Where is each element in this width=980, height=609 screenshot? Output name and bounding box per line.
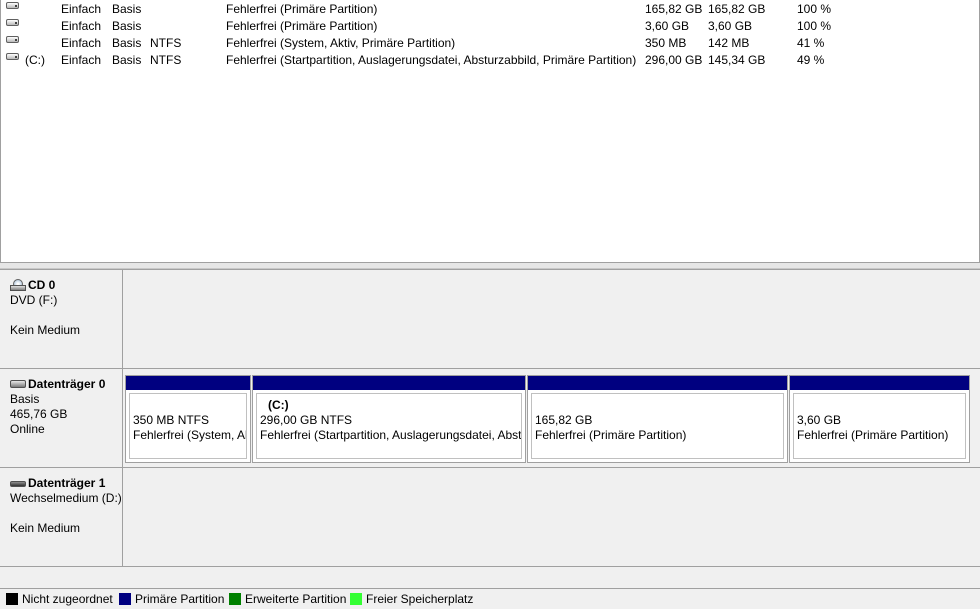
- disk-area-disk1: [124, 468, 980, 566]
- disk-size: 465,76 GB: [10, 407, 68, 421]
- volume-drive-icon: [6, 36, 19, 43]
- volume-free-space: 3,60 GB: [708, 19, 753, 33]
- partition-header-bar: [528, 376, 787, 390]
- volume-layout: Einfach: [61, 2, 102, 16]
- legend-item-free: Freier Speicherplatz: [350, 592, 473, 606]
- disk-row-disk1[interactable]: Datenträger 1 Wechselmedium (D:) Kein Me…: [0, 467, 980, 567]
- legend-label: Primäre Partition: [135, 592, 225, 606]
- partition-name: [797, 398, 965, 413]
- partition-name: [535, 398, 783, 413]
- partition-header-bar: [126, 376, 250, 390]
- volume-type: Basis: [112, 53, 142, 67]
- volume-status: Fehlerfrei (Primäre Partition): [226, 2, 378, 16]
- disk-row-cd0[interactable]: CD 0 DVD (F:) Kein Medium: [0, 269, 980, 368]
- hard-disk-icon: [10, 380, 26, 388]
- legend-label: Erweiterte Partition: [245, 592, 347, 606]
- volume-free-space: 142 MB: [708, 36, 750, 50]
- partition-header-bar: [790, 376, 969, 390]
- partition-status: Fehlerfrei (Primäre Partition): [535, 428, 687, 442]
- legend-item-extended: Erweiterte Partition: [229, 592, 346, 606]
- volume-type: Basis: [112, 36, 142, 50]
- legend-item-primary: Primäre Partition: [119, 592, 224, 606]
- partition-size: 165,82 GB: [535, 413, 593, 427]
- legend-swatch: [229, 593, 241, 605]
- partition-status: Fehlerfrei (Startpartition, Auslagerungs…: [260, 428, 522, 442]
- cd-drive-icon: [10, 279, 26, 291]
- disk-media-status: Kein Medium: [10, 323, 81, 337]
- partition-status: Fehlerfrei (Primäre Partition): [797, 428, 949, 442]
- partition-3gb[interactable]: 3,60 GB Fehlerfrei (Primäre Partition): [789, 375, 970, 463]
- disk-type: Basis: [10, 392, 40, 406]
- volume-type: Basis: [112, 2, 142, 16]
- disk-area-cd0: [124, 270, 980, 368]
- partition-165gb[interactable]: 165,82 GB Fehlerfrei (Primäre Partition): [527, 375, 788, 463]
- disk-media-status: Kein Medium: [10, 521, 81, 535]
- legend-swatch: [350, 593, 362, 605]
- disk-row-disk0[interactable]: Datenträger 0 Basis 465,76 GB Online 350…: [0, 368, 980, 467]
- volume-row[interactable]: Einfach Basis NTFS Fehlerfrei (System, A…: [1, 35, 979, 52]
- partition-name: (C:): [268, 398, 289, 412]
- partition-size: 296,00 GB NTFS: [260, 413, 353, 427]
- volume-status: Fehlerfrei (System, Aktiv, Primäre Parti…: [226, 36, 456, 50]
- partition-size: 350 MB NTFS: [133, 413, 210, 427]
- legend-swatch: [119, 593, 131, 605]
- volume-layout: Einfach: [61, 36, 102, 50]
- disk-label-cd0[interactable]: CD 0 DVD (F:) Kein Medium: [0, 270, 123, 368]
- disk-area-disk0: 350 MB NTFS Fehlerfrei (System, Aktiv, P…: [124, 369, 980, 467]
- legend-label: Nicht zugeordnet: [22, 592, 113, 606]
- volume-name: (C:): [25, 53, 45, 67]
- volume-list[interactable]: Einfach Basis Fehlerfrei (Primäre Partit…: [0, 0, 980, 263]
- partition-name: [133, 398, 246, 413]
- partition-system[interactable]: 350 MB NTFS Fehlerfrei (System, Aktiv, P…: [125, 375, 251, 463]
- volume-status: Fehlerfrei (Primäre Partition): [226, 19, 378, 33]
- volume-drive-icon: [6, 2, 19, 9]
- legend-item-unallocated: Nicht zugeordnet: [6, 592, 113, 606]
- volume-row[interactable]: Einfach Basis Fehlerfrei (Primäre Partit…: [1, 1, 979, 18]
- volume-capacity: 296,00 GB: [645, 53, 703, 67]
- partition-size: 3,60 GB: [797, 413, 842, 427]
- volume-free-percent: 49 %: [797, 53, 825, 67]
- volume-status: Fehlerfrei (Startpartition, Auslagerungs…: [226, 53, 637, 67]
- partition-header-bar: [253, 376, 525, 390]
- volume-layout: Einfach: [61, 19, 102, 33]
- volume-row[interactable]: (C:) Einfach Basis NTFS Fehlerfrei (Star…: [1, 52, 979, 69]
- removable-disk-icon: [10, 481, 26, 487]
- disk-label-disk0[interactable]: Datenträger 0 Basis 465,76 GB Online: [0, 369, 123, 467]
- partition-c[interactable]: (C:) 296,00 GB NTFS Fehlerfrei (Startpar…: [252, 375, 526, 463]
- volume-drive-icon: [6, 53, 19, 60]
- volume-filesystem: NTFS: [150, 53, 182, 67]
- volume-layout: Einfach: [61, 53, 102, 67]
- partition-status: Fehlerfrei (System, Aktiv, Primäre Parti…: [133, 428, 246, 442]
- disk-title: Datenträger 0: [28, 377, 106, 391]
- volume-free-percent: 41 %: [797, 36, 825, 50]
- volume-drive-icon: [6, 19, 19, 26]
- volume-capacity: 350 MB: [645, 36, 687, 50]
- legend-label: Freier Speicherplatz: [366, 592, 474, 606]
- disk-state: Online: [10, 422, 45, 436]
- disk-label-disk1[interactable]: Datenträger 1 Wechselmedium (D:) Kein Me…: [0, 468, 123, 566]
- legend-swatch: [6, 593, 18, 605]
- volume-free-space: 165,82 GB: [708, 2, 766, 16]
- volume-capacity: 3,60 GB: [645, 19, 690, 33]
- disk-drive-letter: Wechselmedium (D:): [10, 491, 122, 505]
- volume-type: Basis: [112, 19, 142, 33]
- legend-bar: Nicht zugeordnet Primäre Partition Erwei…: [0, 588, 980, 609]
- volume-row[interactable]: Einfach Basis Fehlerfrei (Primäre Partit…: [1, 18, 979, 35]
- volume-free-space: 145,34 GB: [708, 53, 766, 67]
- volume-free-percent: 100 %: [797, 2, 832, 16]
- disk-title: Datenträger 1: [28, 476, 106, 490]
- volume-filesystem: NTFS: [150, 36, 182, 50]
- volume-free-percent: 100 %: [797, 19, 832, 33]
- disk-drive-letter: DVD (F:): [10, 293, 58, 307]
- disk-title: CD 0: [28, 278, 56, 292]
- volume-capacity: 165,82 GB: [645, 2, 703, 16]
